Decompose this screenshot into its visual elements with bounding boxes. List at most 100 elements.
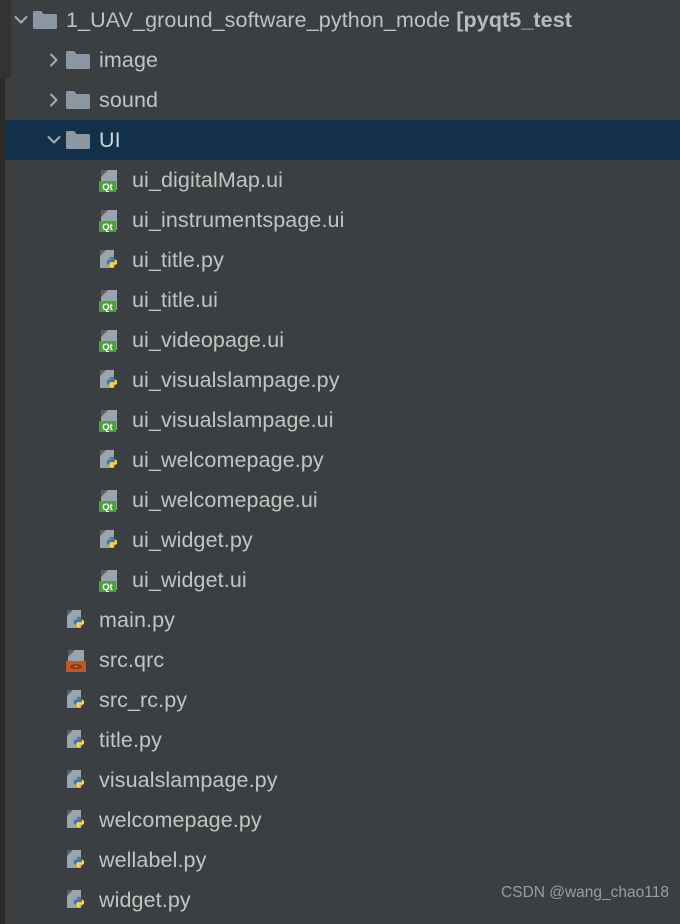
tree-row-label: title.py [99, 727, 162, 752]
indent-spacer [0, 120, 43, 160]
indent-spacer [0, 400, 76, 440]
indent-spacer [0, 800, 43, 840]
indent-spacer [0, 720, 43, 760]
no-chevron-spacer [43, 760, 65, 800]
tree-row-label: ui_title.py [132, 247, 224, 272]
qt-ui-file-icon: Qt [98, 280, 128, 320]
svg-text:Qt: Qt [102, 582, 113, 593]
tree-row-file[interactable]: Qt ui_instrumentspage.ui [0, 200, 680, 240]
tree-row-label: ui_welcomepage.ui [132, 487, 318, 512]
tree-row-file[interactable]: wellabel.py [0, 840, 680, 880]
indent-spacer [0, 560, 76, 600]
python-file-icon [65, 600, 95, 640]
no-chevron-spacer [43, 600, 65, 640]
indent-spacer [0, 240, 76, 280]
watermark-text: CSDN @wang_chao118 [501, 884, 669, 901]
no-chevron-spacer [76, 480, 98, 520]
indent-spacer [0, 320, 76, 360]
tree-row-file[interactable]: ui_title.py [0, 240, 680, 280]
no-chevron-spacer [43, 640, 65, 680]
tree-row-file[interactable]: <> src.qrc [0, 640, 680, 680]
tree-row-file[interactable]: ui_widget.py [0, 520, 680, 560]
folder-icon [65, 120, 95, 160]
tree-row-folder[interactable]: 1_UAV_ground_software_python_mode [pyqt5… [0, 0, 680, 40]
indent-spacer [0, 440, 76, 480]
tree-row-file[interactable]: welcomepage.py [0, 800, 680, 840]
tree-row-label: ui_widget.py [132, 527, 253, 552]
indent-spacer [0, 640, 43, 680]
python-file-icon [98, 240, 128, 280]
indent-spacer [0, 680, 43, 720]
tree-row-file[interactable]: Qt ui_visualslampage.ui [0, 400, 680, 440]
qrc-file-icon: <> [65, 640, 95, 680]
tree-row-file[interactable]: src_rc.py [0, 680, 680, 720]
qt-ui-file-icon: Qt [98, 320, 128, 360]
qt-ui-file-icon: Qt [98, 160, 128, 200]
tree-row-file[interactable]: main.py [0, 600, 680, 640]
qt-ui-file-icon: Qt [98, 400, 128, 440]
indent-spacer [0, 280, 76, 320]
no-chevron-spacer [76, 160, 98, 200]
python-file-icon [65, 680, 95, 720]
tree-row-file[interactable]: Qt ui_digitalMap.ui [0, 160, 680, 200]
python-file-icon [65, 800, 95, 840]
python-file-icon [98, 520, 128, 560]
tree-row-file[interactable]: ui_welcomepage.py [0, 440, 680, 480]
no-chevron-spacer [76, 360, 98, 400]
indent-spacer [0, 480, 76, 520]
tree-row-file[interactable]: ui_visualslampage.py [0, 360, 680, 400]
no-chevron-spacer [43, 720, 65, 760]
tree-row-file[interactable]: Qt ui_welcomepage.ui [0, 480, 680, 520]
tree-row-folder[interactable]: image [0, 40, 680, 80]
tree-row-label: 1_UAV_ground_software_python_mode [pyqt5… [66, 7, 573, 32]
python-file-icon [65, 720, 95, 760]
chevron-down-icon[interactable] [43, 120, 65, 160]
folder-icon [65, 80, 95, 120]
tree-row-file[interactable]: Qt ui_title.ui [0, 280, 680, 320]
tree-row-file[interactable]: title.py [0, 720, 680, 760]
no-chevron-spacer [76, 440, 98, 480]
tree-row-label: main.py [99, 607, 175, 632]
indent-spacer [0, 760, 43, 800]
tree-row-label: sound [99, 87, 159, 112]
tree-row-label: ui_widget.ui [132, 567, 247, 592]
indent-spacer [0, 360, 76, 400]
chevron-right-icon[interactable] [43, 80, 65, 120]
no-chevron-spacer [43, 680, 65, 720]
no-chevron-spacer [76, 240, 98, 280]
no-chevron-spacer [76, 200, 98, 240]
indent-spacer [0, 600, 43, 640]
svg-text:Qt: Qt [102, 502, 113, 513]
chevron-right-icon[interactable] [43, 40, 65, 80]
tree-row-label: visualslampage.py [99, 767, 278, 792]
tree-row-file[interactable]: visualslampage.py [0, 760, 680, 800]
tree-row-label: src.qrc [99, 647, 165, 672]
qt-ui-file-icon: Qt [98, 480, 128, 520]
tree-row-label: src_rc.py [99, 687, 188, 712]
tree-row-label: ui_videopage.ui [132, 327, 285, 352]
no-chevron-spacer [76, 320, 98, 360]
tree-row-label: image [99, 47, 159, 72]
tree-row-file[interactable]: Qt ui_widget.ui [0, 560, 680, 600]
no-chevron-spacer [76, 560, 98, 600]
tree-row-label: ui_title.ui [132, 287, 218, 312]
indent-spacer [0, 880, 43, 920]
tree-row-label: ui_welcomepage.py [132, 447, 324, 472]
tree-row-folder[interactable]: UI [0, 120, 680, 160]
indent-spacer [0, 520, 76, 560]
python-file-icon [65, 760, 95, 800]
python-file-icon [98, 360, 128, 400]
indent-spacer [0, 160, 76, 200]
python-file-icon [65, 880, 95, 920]
svg-text:Qt: Qt [102, 222, 113, 233]
tree-row-label: ui_instrumentspage.ui [132, 207, 345, 232]
tree-row-label: UI [99, 127, 121, 152]
no-chevron-spacer [76, 280, 98, 320]
tree-row-label: wellabel.py [99, 847, 207, 872]
tree-row-folder[interactable]: sound [0, 80, 680, 120]
tree-row-module-badge: [pyqt5_test [456, 7, 573, 32]
chevron-down-icon[interactable] [10, 0, 32, 40]
python-file-icon [98, 440, 128, 480]
tree-row-file[interactable]: Qt ui_videopage.ui [0, 320, 680, 360]
tree-row-label: widget.py [99, 887, 191, 912]
